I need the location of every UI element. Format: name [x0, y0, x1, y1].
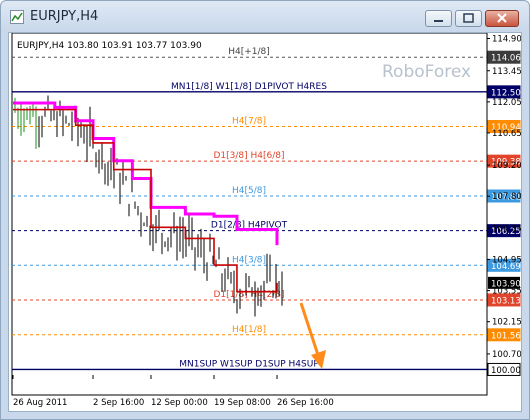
maximize-button[interactable] [455, 10, 482, 27]
price-tick-label: 113.45 [492, 67, 521, 77]
level-badge-text: 114.06 [491, 54, 521, 64]
price-tick-label: 114.90 [492, 35, 521, 45]
level-label: H4[5/8] [232, 186, 266, 196]
level-label: D1[3/8] H4[6/8] [213, 151, 284, 161]
chart-area[interactable]: EURJPY,H4 103.80 103.91 103.77 103.90 Ro… [8, 32, 522, 412]
price-tick-label: 100.70 [492, 350, 521, 360]
price-tick-label: 110.65 [492, 129, 521, 139]
chart-icon [10, 10, 24, 24]
time-tick-label: 19 Sep 08:00 [214, 398, 271, 408]
level-badge-text: 101.56 [491, 331, 521, 341]
current-price-text: 103.90 [491, 279, 521, 289]
level-label: H4[7/8] [232, 116, 266, 126]
chart-header: EURJPY,H4 103.80 103.91 103.77 103.90 [17, 41, 202, 51]
price-tick-label: 104.95 [492, 256, 521, 266]
level-badge-text: 100.00 [491, 366, 521, 376]
time-tick-label: 2 Sep 16:00 [93, 398, 144, 408]
price-tick-label: 109.20 [492, 161, 521, 171]
level-label: H4[3/8] [232, 255, 266, 265]
minimize-icon [434, 20, 443, 22]
watermark: RoboForex [382, 62, 471, 82]
maximize-icon [463, 13, 474, 23]
close-button[interactable] [485, 10, 519, 27]
minimize-button[interactable] [425, 10, 452, 27]
price-tick-label: 106.35 [492, 224, 521, 234]
level-label: H4[1/8] [232, 325, 266, 335]
level-label: MN1[1/8] W1[1/8] D1PIVOT H4RES [171, 82, 327, 92]
price-tick-label: 102.15 [492, 318, 521, 328]
time-tick-label: 26 Sep 16:00 [277, 398, 334, 408]
time-tick-label: 12 Sep 00:00 [151, 398, 208, 408]
window-title: EURJPY,H4 [30, 9, 99, 24]
level-label: H4[+1/8] [228, 47, 270, 57]
price-tick-label: 107.80 [492, 192, 521, 202]
time-tick-label: 26 Aug 2011 [13, 398, 67, 408]
chart-window: EURJPY,H4 EURJPY,H4 103.80 103.91 103.77… [0, 0, 530, 420]
price-axis: 114.90 113.45 112.05 110.65 109.20 107.80 106.… [487, 35, 522, 360]
price-tick-label: 112.05 [492, 98, 521, 108]
close-icon [497, 13, 507, 23]
title-bar[interactable]: EURJPY,H4 [1, 1, 529, 33]
level-badge-text: 112.50 [491, 88, 521, 98]
level-badge-text: 103.13 [491, 296, 521, 306]
price-chart[interactable]: EURJPY,H4 103.80 103.91 103.77 103.90 Ro… [9, 32, 522, 411]
level-label: MN1SUP W1SUP D1SUP H4SUP [179, 359, 319, 369]
